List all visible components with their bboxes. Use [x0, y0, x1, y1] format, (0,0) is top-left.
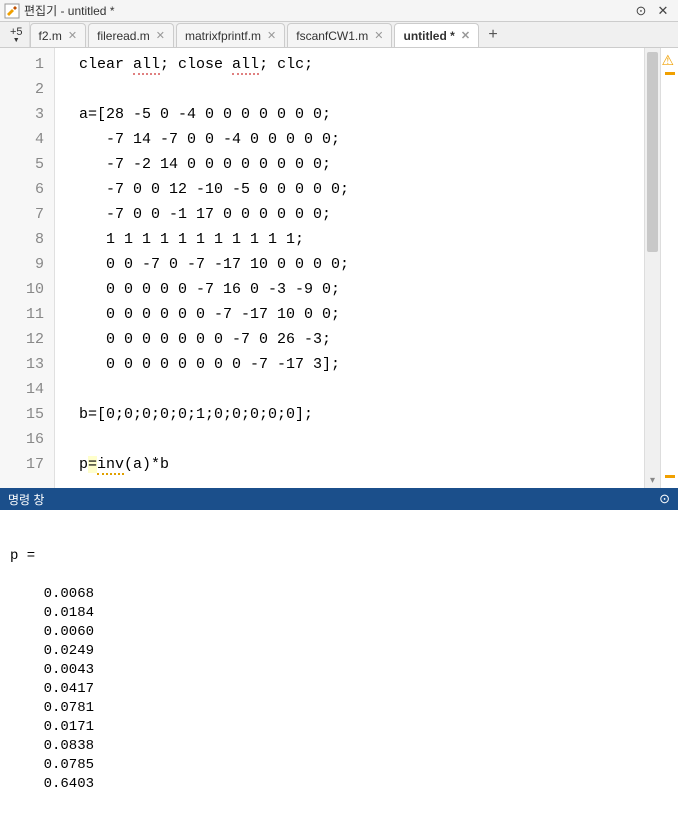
window-title: 편집기 - untitled * — [24, 2, 630, 19]
tab-fileread-m[interactable]: fileread.m ✕ — [88, 23, 174, 47]
scroll-down-icon[interactable]: ▾ — [645, 475, 660, 486]
tab-label: f2.m — [39, 29, 62, 43]
line-number: 1 — [0, 52, 54, 77]
inspector-mark[interactable] — [665, 475, 675, 478]
tab-close-icon[interactable]: ✕ — [68, 29, 77, 42]
tab-close-icon[interactable]: ✕ — [156, 29, 165, 42]
line-number: 8 — [0, 227, 54, 252]
line-number: 3 — [0, 102, 54, 127]
zoom-indicator[interactable]: +5 ▼ — [4, 22, 30, 47]
line-number: 14 — [0, 377, 54, 402]
tab-close-icon[interactable]: ✕ — [374, 29, 383, 42]
code-content[interactable]: clear all; close all; clc; a=[28 -5 0 -4… — [55, 48, 644, 488]
line-number: 13 — [0, 352, 54, 377]
code-line — [79, 77, 644, 102]
command-window-title-bar[interactable]: 명령 창 ⊙ — [0, 488, 678, 510]
code-line: clear all; close all; clc; — [79, 52, 644, 77]
code-line: a=[28 -5 0 -4 0 0 0 0 0 0 0; — [79, 102, 644, 127]
minimize-button[interactable]: ⊙ — [630, 2, 652, 20]
editor-icon — [4, 3, 20, 19]
code-line: -7 0 0 12 -10 -5 0 0 0 0 0; — [79, 177, 644, 202]
code-line: 1 1 1 1 1 1 1 1 1 1 1; — [79, 227, 644, 252]
code-line — [79, 377, 644, 402]
command-window-title: 명령 창 — [8, 491, 44, 508]
line-number: 4 — [0, 127, 54, 152]
command-minimize-button[interactable]: ⊙ — [659, 491, 670, 507]
line-number-gutter: 1234567891011121314151617 — [0, 48, 55, 488]
tab-matrixfprintf-m[interactable]: matrixfprintf.m ✕ — [176, 23, 285, 47]
warning-triangle-icon[interactable]: ⚠ — [662, 52, 678, 66]
inspector-mark[interactable] — [665, 72, 675, 75]
tab-label: fscanfCW1.m — [296, 29, 368, 43]
code-line: b=[0;0;0;0;0;1;0;0;0;0;0]; — [79, 402, 644, 427]
line-number: 5 — [0, 152, 54, 177]
code-line: -7 14 -7 0 0 -4 0 0 0 0 0; — [79, 127, 644, 152]
line-number: 11 — [0, 302, 54, 327]
vertical-scrollbar[interactable]: ▾ — [644, 48, 660, 488]
tab-close-icon[interactable]: ✕ — [461, 29, 470, 42]
code-line: 0 0 0 0 0 0 0 0 -7 -17 3]; — [79, 352, 644, 377]
line-number: 17 — [0, 452, 54, 477]
tab-fscanfcw1-m[interactable]: fscanfCW1.m ✕ — [287, 23, 392, 47]
line-number: 15 — [0, 402, 54, 427]
scrollbar-thumb[interactable] — [647, 52, 658, 252]
tab-label: matrixfprintf.m — [185, 29, 261, 43]
tab-untitled--[interactable]: untitled * ✕ — [394, 23, 479, 47]
command-output[interactable]: p = 0.0068 0.0184 0.0060 0.0249 0.0043 0… — [0, 510, 678, 822]
code-line: -7 0 0 -1 17 0 0 0 0 0 0; — [79, 202, 644, 227]
line-number: 9 — [0, 252, 54, 277]
tab-label: untitled * — [403, 29, 454, 43]
line-number: 7 — [0, 202, 54, 227]
line-number: 12 — [0, 327, 54, 352]
add-tab-button[interactable]: + — [481, 23, 505, 47]
line-number: 2 — [0, 77, 54, 102]
code-line — [79, 427, 644, 452]
tab-f2-m[interactable]: f2.m ✕ — [30, 23, 87, 47]
code-line: 0 0 -7 0 -7 -17 10 0 0 0 0; — [79, 252, 644, 277]
editor-area: 1234567891011121314151617 clear all; clo… — [0, 48, 678, 488]
code-line: -7 -2 14 0 0 0 0 0 0 0 0; — [79, 152, 644, 177]
close-button[interactable]: ✕ — [652, 2, 674, 20]
line-number: 16 — [0, 427, 54, 452]
code-inspector-strip: ⚠ — [660, 48, 678, 488]
title-bar: 편집기 - untitled * ⊙ ✕ — [0, 0, 678, 22]
code-line: 0 0 0 0 0 0 0 -7 0 26 -3; — [79, 327, 644, 352]
chevron-down-icon: ▼ — [13, 38, 20, 43]
tab-strip: +5 ▼ f2.m✕fileread.m✕matrixfprintf.m✕fsc… — [0, 22, 678, 48]
line-number: 6 — [0, 177, 54, 202]
code-line: 0 0 0 0 0 0 -7 -17 10 0 0; — [79, 302, 644, 327]
line-number: 10 — [0, 277, 54, 302]
code-line: 0 0 0 0 0 -7 16 0 -3 -9 0; — [79, 277, 644, 302]
code-line: p=inv(a)*b — [79, 452, 644, 477]
tab-close-icon[interactable]: ✕ — [267, 29, 276, 42]
tab-label: fileread.m — [97, 29, 150, 43]
